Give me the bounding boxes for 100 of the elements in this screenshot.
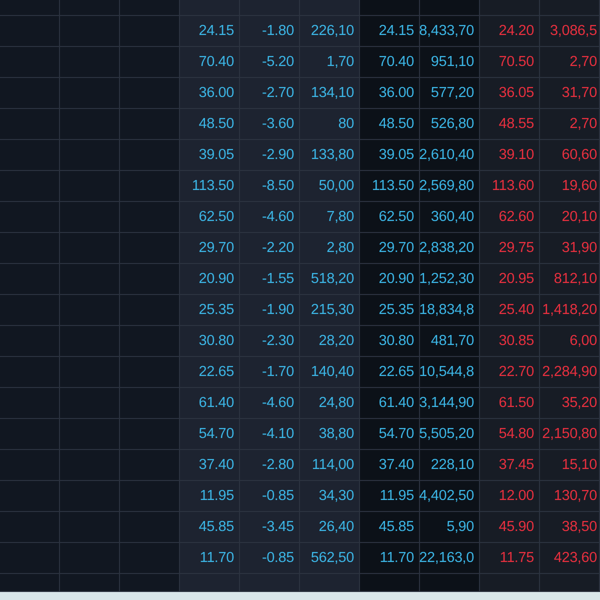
table-cell: 18,834,8 [420,295,480,326]
table-cell: 113.60 [480,171,540,202]
table-cell: 481,70 [420,326,480,357]
table-cell: -2.20 [240,233,300,264]
table-cell: -0.85 [240,481,300,512]
table-cell: 39.05 [360,140,420,171]
table-cell: 48.55 [480,109,540,140]
table-cell: 5,90 [420,512,480,543]
table-cell: 37.45 [480,450,540,481]
table-cell: 38,80 [300,419,360,450]
table-cell: 8,433,70 [420,16,480,47]
table-cell: 577,20 [420,78,480,109]
table-cell: -4.10 [240,419,300,450]
table-cell: 2,150,80 [540,419,600,450]
table-cell: 7,80 [300,202,360,233]
table-cell: 2,610,40 [420,140,480,171]
table-cell: 26,40 [300,512,360,543]
table-cell: -4.60 [240,202,300,233]
table-cell: 39.10 [480,140,540,171]
table-cell: -3.60 [240,109,300,140]
table-cell: 28,20 [300,326,360,357]
table-cell: 113.50 [360,171,420,202]
table-cell: -3.45 [240,512,300,543]
table-cell: 3,086,5 [540,16,600,47]
table-cell: -1.80 [240,16,300,47]
table-cell: 31,90 [540,233,600,264]
table-cell: 2,80 [300,233,360,264]
table-cell: 1,70 [300,47,360,78]
table-cell: 1,252,30 [420,264,480,295]
table-cell: 70.50 [480,47,540,78]
table-cell: 37.40 [360,450,420,481]
table-cell: 54.80 [480,419,540,450]
table-cell: 29.70 [360,233,420,264]
table-cell: 2,569,80 [420,171,480,202]
table-cell: 130,70 [540,481,600,512]
table-cell: 24.15 [360,16,420,47]
table-cell: 36.00 [360,78,420,109]
table-cell: 62.50 [360,202,420,233]
table-cell: 45.90 [480,512,540,543]
table-cell: 133,80 [300,140,360,171]
table-cell: 36.00 [180,78,240,109]
table-cell: 20.90 [360,264,420,295]
table-cell: 39.05 [180,140,240,171]
table-cell: 22,163,0 [420,543,480,574]
table-cell: -2.90 [240,140,300,171]
table-cell: 25.35 [360,295,420,326]
table-cell: 22.65 [360,357,420,388]
table-cell: 11.75 [480,543,540,574]
table-cell: 54.70 [180,419,240,450]
table-cell: 562,50 [300,543,360,574]
table-cell: -1.90 [240,295,300,326]
table-cell: 24.15 [180,16,240,47]
table-cell: 2,70 [540,109,600,140]
table-cell: 3,144,90 [420,388,480,419]
table-cell: 37.40 [180,450,240,481]
table-cell: 20.90 [180,264,240,295]
table-cell: -8.50 [240,171,300,202]
table-cell: 423,60 [540,543,600,574]
table-cell: 29.75 [480,233,540,264]
table-cell: 951,10 [420,47,480,78]
table-cell: 6,00 [540,326,600,357]
table-cell: 48.50 [180,109,240,140]
table-cell: 22.65 [180,357,240,388]
table-cell: 54.70 [360,419,420,450]
table-cell: 19,60 [540,171,600,202]
table-cell: 36.05 [480,78,540,109]
table-cell: 10,544,8 [420,357,480,388]
table-cell: 2,284,90 [540,357,600,388]
table-cell: 30.80 [360,326,420,357]
table-cell: 70.40 [360,47,420,78]
table-cell: 812,10 [540,264,600,295]
table-cell: 35,20 [540,388,600,419]
table-cell: 31,70 [540,78,600,109]
table-cell: 113.50 [180,171,240,202]
table-cell: 48.50 [360,109,420,140]
table-cell: 25.35 [180,295,240,326]
table-cell: -1.55 [240,264,300,295]
table-cell: -2.70 [240,78,300,109]
table-cell: 114,00 [300,450,360,481]
table-cell: 24.20 [480,16,540,47]
table-cell: 50,00 [300,171,360,202]
table-cell: 62.50 [180,202,240,233]
table-cell: -2.80 [240,450,300,481]
table-cell: -4.60 [240,388,300,419]
table-cell: 38,50 [540,512,600,543]
table-cell: 61.50 [480,388,540,419]
table-cell: 45.85 [360,512,420,543]
table-cell: 11.95 [180,481,240,512]
table-cell: 29.70 [180,233,240,264]
table-cell: 34,30 [300,481,360,512]
table-cell: 2,70 [540,47,600,78]
table-cell: 226,10 [300,16,360,47]
table-cell: 62.60 [480,202,540,233]
table-cell: 518,20 [300,264,360,295]
table-cell: 30.85 [480,326,540,357]
table-cell: 4,402,50 [420,481,480,512]
table-cell: 22.70 [480,357,540,388]
table-cell: -1.70 [240,357,300,388]
table-cell: 11.95 [360,481,420,512]
table-cell: 61.40 [180,388,240,419]
